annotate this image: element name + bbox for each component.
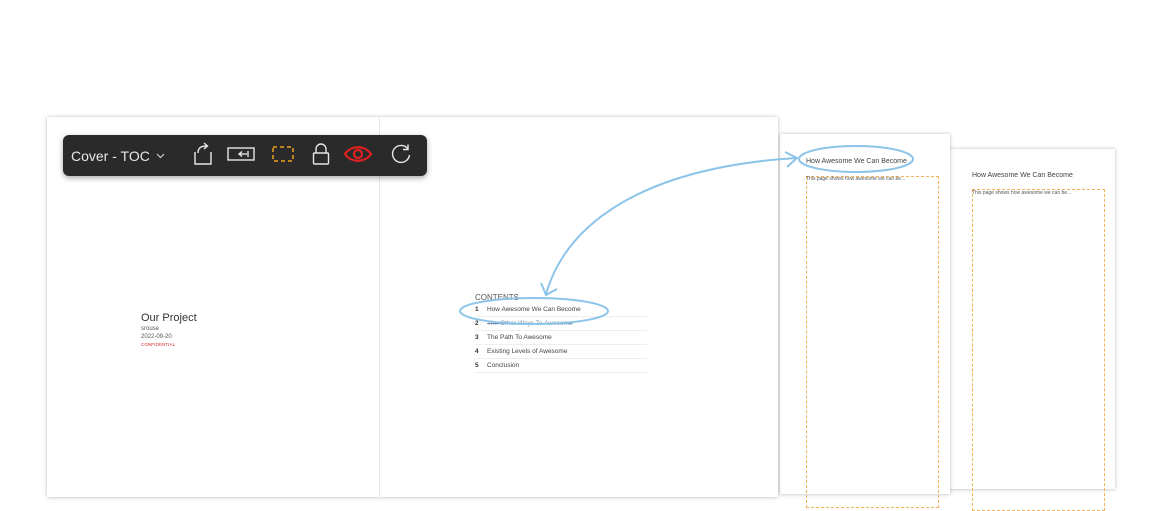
page-body-text: This page shows how awesome we can be... [806,176,906,182]
visibility-toggle[interactable] [343,144,373,169]
page-preview-1[interactable]: How Awesome We Can Become This page show… [780,134,950,508]
table-of-contents: CONTENTS 1 How Awesome We Can Become 2 T… [475,293,647,373]
lock-button[interactable] [309,142,333,170]
frame-outline-toggle[interactable] [271,144,295,168]
content-frame [972,189,1105,511]
toc-item-label: Conclusion [487,362,520,369]
toc-item[interactable]: 2 The Other Ways To Awesome [475,317,647,331]
toc-item-number: 5 [475,362,479,369]
toc-item-label: Existing Levels of Awesome [487,348,568,355]
toc-item-label: How Awesome We Can Become [487,306,581,313]
toc-item-label: The Other Ways To Awesome [487,320,573,327]
frame-outline-icon [272,145,294,167]
insert-frame-icon [227,146,255,167]
view-selector[interactable]: Cover - TOC [71,147,165,165]
view-selector-value: Cover - TOC [71,148,150,164]
floating-toolbar: Cover - TOC [63,135,427,176]
cover-author: srouse [141,326,160,332]
chevron-down-icon [156,153,165,159]
toc-item-number: 4 [475,348,479,355]
page-body-text: This page shows how awesome we can be... [972,190,1072,196]
insert-frame-button[interactable] [227,144,255,168]
export-button[interactable] [191,141,215,171]
toc-item[interactable]: 5 Conclusion [475,359,647,373]
lock-icon [312,142,330,170]
toc-item-number: 2 [475,320,479,327]
confidential-label: CONFIDENTIAL [141,342,176,347]
page-title: How Awesome We Can Become [806,158,907,165]
cover-date: 2022-09-20 [141,334,172,340]
refresh-button[interactable] [389,144,413,168]
content-frame [806,176,939,508]
toc-heading: CONTENTS [475,293,519,302]
cover-title: Our Project [141,312,197,324]
eye-icon [343,144,373,169]
export-icon [192,141,214,171]
toc-item-label: The Path To Awesome [487,334,552,341]
page-preview-2[interactable]: How Awesome We Can Become This page show… [948,149,1115,511]
toc-item-number: 1 [475,306,479,313]
page-title: How Awesome We Can Become [972,172,1073,179]
toc-item-number: 3 [475,334,479,341]
cover-block: Our Project srouse 2022-09-20 CONFIDENTI… [141,312,197,348]
toc-item[interactable]: 1 How Awesome We Can Become [475,303,647,317]
toc-item[interactable]: 4 Existing Levels of Awesome [475,345,647,359]
refresh-icon [390,143,412,170]
toc-item[interactable]: 3 The Path To Awesome [475,331,647,345]
